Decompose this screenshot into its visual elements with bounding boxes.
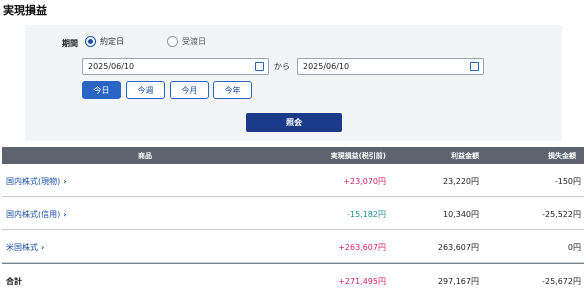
today-button[interactable]: 今日 bbox=[82, 81, 121, 99]
profit-value: 10,340円 bbox=[443, 210, 479, 219]
chevron-right-icon: › bbox=[63, 210, 67, 219]
loss-value: 0円 bbox=[567, 243, 581, 252]
query-button[interactable]: 照会 bbox=[246, 113, 342, 132]
chevron-right-icon: › bbox=[41, 243, 45, 252]
header-product: 商品 bbox=[138, 152, 152, 160]
realized-pl-value: +263,607円 bbox=[338, 243, 386, 252]
table-row: 米国株式 › +263,607円 263,607円 0円 bbox=[2, 230, 584, 263]
radio-delivery-date[interactable]: 受渡日 bbox=[167, 36, 206, 47]
product-link-us-stocks[interactable]: 米国株式 › bbox=[6, 242, 44, 253]
calendar-icon[interactable] bbox=[255, 62, 264, 71]
total-loss: -25,672円 bbox=[542, 277, 581, 286]
product-link-domestic-margin[interactable]: 国内株式(信用) › bbox=[6, 209, 67, 220]
chevron-right-icon: › bbox=[63, 177, 67, 186]
date-range-separator: から bbox=[274, 62, 290, 71]
radio-contract-date[interactable]: 約定日 bbox=[85, 36, 124, 47]
table-row: 国内株式(現物) › +23,070円 23,220円 -150円 bbox=[2, 164, 584, 197]
total-label: 合計 bbox=[6, 277, 22, 286]
header-profit: 利益金額 bbox=[451, 152, 479, 160]
loss-value: -150円 bbox=[554, 177, 581, 186]
date-to-value: 2025/06/10 bbox=[303, 62, 350, 71]
table-header: 商品 実現損益(税引前) 利益金額 損失金額 bbox=[2, 147, 584, 164]
product-link-domestic-cash[interactable]: 国内株式(現物) › bbox=[6, 176, 67, 187]
radio-contract-label: 約定日 bbox=[100, 37, 124, 46]
date-from-input[interactable]: 2025/06/10 bbox=[82, 58, 269, 75]
realized-pl-table: 商品 実現損益(税引前) 利益金額 損失金額 国内株式(現物) › +23,070… bbox=[2, 147, 584, 295]
profit-value: 263,607円 bbox=[437, 243, 479, 252]
table-row: 国内株式(信用) › -15,182円 10,340円 -25,522円 bbox=[2, 197, 584, 230]
header-loss: 損失金額 bbox=[548, 152, 576, 160]
this-month-button[interactable]: 今月 bbox=[170, 81, 209, 99]
period-label: 期間 bbox=[62, 39, 78, 48]
radio-selected-icon bbox=[85, 36, 96, 47]
total-profit: 297,167円 bbox=[437, 277, 479, 286]
calendar-icon[interactable] bbox=[470, 62, 479, 71]
realized-pl-value: +23,070円 bbox=[343, 177, 386, 186]
realized-pl-value: -15,182円 bbox=[347, 210, 386, 219]
radio-delivery-label: 受渡日 bbox=[182, 37, 206, 46]
filter-panel: 期間 約定日 受渡日 2025/06/10 から 2025/06/10 今日 今… bbox=[25, 25, 562, 141]
loss-value: -25,522円 bbox=[542, 210, 581, 219]
this-week-button[interactable]: 今週 bbox=[126, 81, 165, 99]
total-row: 合計 +271,495円 297,167円 -25,672円 bbox=[2, 263, 584, 295]
total-realized-pl: +271,495円 bbox=[338, 277, 386, 286]
header-realized-pl: 実現損益(税引前) bbox=[330, 152, 386, 160]
radio-unselected-icon bbox=[167, 36, 178, 47]
this-year-button[interactable]: 今年 bbox=[213, 81, 252, 99]
profit-value: 23,220円 bbox=[443, 177, 479, 186]
page-title: 実現損益 bbox=[3, 4, 47, 17]
date-from-value: 2025/06/10 bbox=[88, 62, 135, 71]
date-to-input[interactable]: 2025/06/10 bbox=[297, 58, 484, 75]
